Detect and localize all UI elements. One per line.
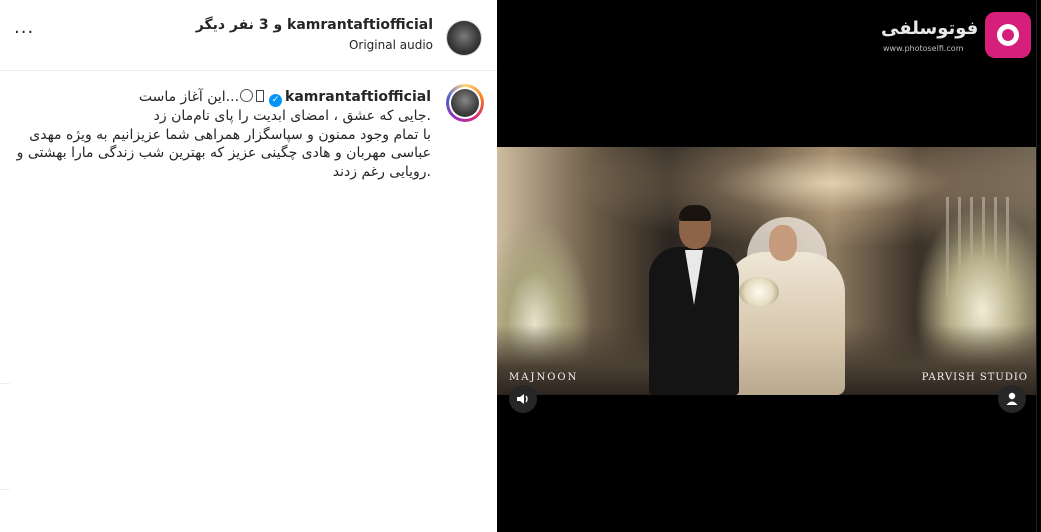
tagged-users-button[interactable] (998, 385, 1026, 413)
caption-username[interactable]: kamrantaftiofficial (285, 89, 431, 105)
post-side-panel: ··· kamrantaftiofficial و 3 نفر دیگر Ori… (0, 0, 497, 532)
scrollbar[interactable] (1036, 0, 1041, 532)
caption-line-1: kamrantaftiofficial✓ ...این آغاز ماست (11, 88, 431, 107)
volume-button[interactable] (509, 385, 537, 413)
volume-icon (517, 394, 528, 404)
ring-icon (240, 89, 254, 102)
caption-line-3: با تمام وجود ممنون و سپاسگزار همراهی شما… (29, 126, 431, 143)
camera-lens (997, 24, 1019, 46)
unknown-glyph-icon (256, 90, 265, 102)
post-header-title[interactable]: kamrantaftiofficial و 3 نفر دیگر (196, 17, 433, 33)
verified-badge-icon: ✓ (269, 94, 283, 107)
original-audio-link[interactable]: Original audio (349, 38, 433, 52)
caption-line-4: عباسی مهربان و هادی چگینی عزیز که بهترین… (16, 145, 431, 161)
more-options-icon[interactable]: ··· (14, 24, 34, 42)
user-tag-icon (1006, 392, 1018, 405)
groom-hair (679, 205, 711, 221)
logo-url: www.photoselfi.com (883, 44, 964, 53)
divider (0, 489, 10, 490)
video-frame[interactable]: MAJNOON PARVISH STUDIO (497, 147, 1036, 395)
caption-avatar (451, 89, 479, 117)
watermark-left: MAJNOON (509, 372, 579, 383)
bouquet (739, 277, 779, 307)
header-avatar[interactable] (446, 20, 482, 56)
logo-text: فوتوسلفی (881, 18, 979, 39)
post-header: ··· kamrantaftiofficial و 3 نفر دیگر Ori… (0, 0, 497, 71)
caption-line-1-text: ...این آغاز ماست (138, 89, 240, 105)
bride-dress (725, 252, 845, 395)
photoselfi-logo: فوتوسلفی www.photoselfi.com (881, 12, 1031, 60)
post-caption: kamrantaftiofficial✓ ...این آغاز ماست .جا… (11, 88, 431, 181)
caption-avatar-story-ring[interactable] (446, 84, 484, 122)
watermark-right: PARVISH STUDIO (921, 372, 1028, 383)
caption-line-5: .رویایی رغم زدند (332, 163, 431, 180)
caption-avatar-border (449, 87, 481, 119)
caption-line-2: .جایی که عشق ، امضای ابدیت را پای نام‌ما… (153, 108, 431, 124)
bride-head (769, 225, 797, 261)
video-player[interactable]: فوتوسلفی www.photoselfi.com MAJNOON PARV… (497, 0, 1041, 532)
camera-lens-inner (1002, 29, 1014, 41)
camera-logo-icon (985, 12, 1031, 58)
divider (0, 383, 10, 384)
